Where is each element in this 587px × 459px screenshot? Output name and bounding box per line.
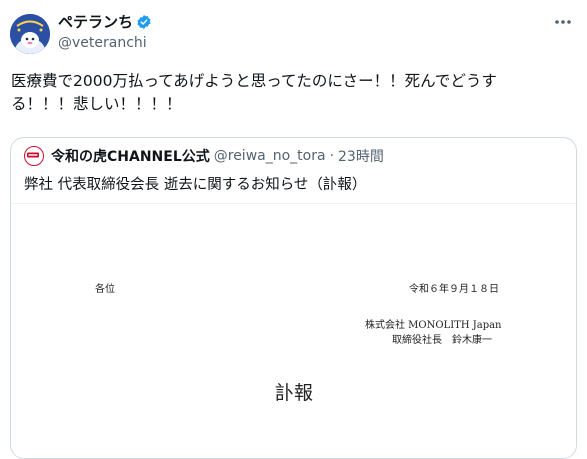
quoted-tweet-header: 令和の虎CHANNEL公式 @reiwa_no_tora · 23時間 [24, 146, 384, 166]
doc-company: 株式会社 MONOLITH Japan [365, 320, 502, 331]
quoted-account-handle[interactable]: @reiwa_no_tora [214, 148, 326, 164]
quoted-timestamp[interactable]: 23時間 [338, 146, 384, 166]
doc-signer: 取締役社長 鈴木康一 [392, 335, 492, 346]
tweet-text-line-1: 医療費で2000万払ってあげようと思ってたのにさー！！死んでどうす [11, 72, 497, 90]
verified-badge-icon [137, 14, 151, 29]
meta-separator: · [329, 148, 335, 164]
quoted-tweet-text: 弊社 代表取締役会長 逝去に関するお知らせ（訃報） [24, 177, 367, 193]
attached-document-image[interactable]: 各位 令和６年９月１８日 株式会社 MONOLITH Japan 取締役社長 鈴… [11, 203, 576, 458]
more-icon[interactable] [553, 12, 573, 32]
display-name-text[interactable]: ペテランち [58, 11, 133, 32]
tweet-text: 医療費で2000万払ってあげようと思ってたのにさー！！死んでどうす る！！！悲し… [11, 70, 576, 116]
avatar[interactable] [10, 14, 50, 54]
more-options-button[interactable] [553, 12, 573, 37]
display-name[interactable]: ペテランち [58, 11, 152, 32]
doc-title: 訃報 [275, 382, 314, 404]
doc-addressee: 各位 [95, 284, 115, 295]
tiger-logo-icon [25, 147, 40, 162]
user-handle[interactable]: @veteranchi [58, 35, 147, 51]
quoted-account-name[interactable]: 令和の虎CHANNEL公式 [51, 146, 210, 166]
tweet-text-line-2: る！！！悲しい！！！！ [11, 95, 182, 113]
quoted-account-avatar[interactable] [24, 146, 44, 166]
doc-date: 令和６年９月１８日 [409, 284, 499, 295]
avatar-image [10, 14, 50, 54]
quoted-tweet-card[interactable]: 令和の虎CHANNEL公式 @reiwa_no_tora · 23時間 弊社 代… [10, 137, 577, 459]
